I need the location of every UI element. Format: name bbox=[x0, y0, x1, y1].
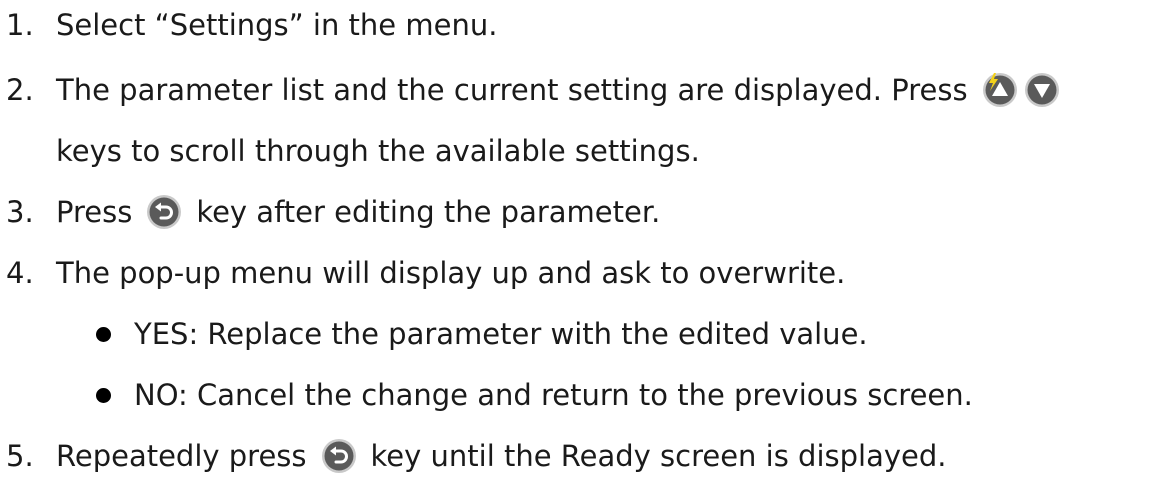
back-key-icon bbox=[321, 438, 357, 474]
bullet-icon bbox=[96, 387, 111, 403]
step-number: 2. bbox=[6, 73, 34, 107]
step-2-continued: keys to scroll through the available set… bbox=[0, 129, 700, 173]
step-text: Select “Settings” in the menu. bbox=[56, 8, 498, 42]
step-number: 3. bbox=[6, 195, 34, 229]
step-text: The pop-up menu will display up and ask … bbox=[56, 256, 846, 290]
option-text: NO: Cancel the change and return to the … bbox=[134, 378, 973, 412]
option-yes: YES: Replace the parameter with the edit… bbox=[96, 312, 868, 356]
step-number: 5. bbox=[6, 439, 34, 473]
back-key-icon bbox=[146, 194, 182, 230]
step-4: 4. The pop-up menu will display up and a… bbox=[0, 251, 845, 295]
up-key-icon bbox=[982, 72, 1018, 108]
step-3: 3. Press key after editing the parameter… bbox=[0, 190, 660, 234]
step-1: 1. Select “Settings” in the menu. bbox=[0, 3, 497, 47]
step-5: 5. Repeatedly press key until the Ready … bbox=[0, 434, 946, 478]
option-text: YES: Replace the parameter with the edit… bbox=[134, 317, 868, 351]
step-text: key until the Ready screen is displayed. bbox=[370, 439, 947, 473]
step-number: 4. bbox=[6, 256, 34, 290]
step-number: 1. bbox=[6, 8, 34, 42]
step-text: key after editing the parameter. bbox=[196, 195, 661, 229]
step-text: Repeatedly press bbox=[56, 439, 307, 473]
step-2: 2. The parameter list and the current se… bbox=[0, 68, 1060, 112]
step-text: The parameter list and the current setti… bbox=[56, 73, 968, 107]
down-key-icon bbox=[1024, 72, 1060, 108]
step-text: Press bbox=[56, 195, 133, 229]
step-text: keys to scroll through the available set… bbox=[56, 134, 700, 168]
option-no: NO: Cancel the change and return to the … bbox=[96, 373, 973, 417]
bullet-icon bbox=[96, 326, 111, 342]
